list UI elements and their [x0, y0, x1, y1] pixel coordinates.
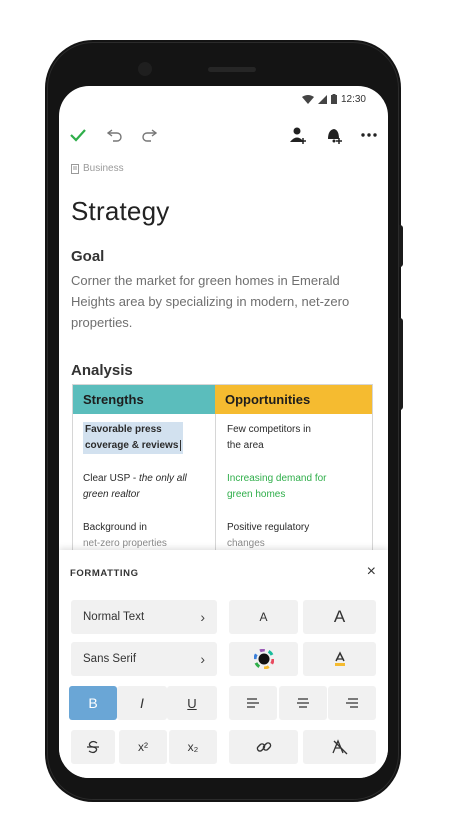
undo-icon — [107, 129, 122, 142]
more-options-button[interactable] — [358, 124, 380, 146]
clear-formatting-icon — [331, 739, 347, 755]
add-person-icon — [290, 127, 306, 144]
decrease-font-size-button[interactable]: A — [229, 600, 298, 634]
italic-button[interactable]: I — [117, 686, 167, 720]
selected-text: Favorable press — [83, 422, 184, 438]
editor-toolbar — [59, 116, 388, 150]
bell-plus-icon — [328, 129, 342, 144]
status-time: 12:30 — [340, 93, 366, 105]
screen: 12:30 Business Strategy Goal Corner the … — [59, 86, 388, 778]
increase-font-size-button[interactable]: A — [303, 600, 376, 634]
share-button[interactable] — [287, 124, 309, 146]
check-icon — [70, 129, 86, 142]
align-center-button[interactable] — [279, 686, 327, 720]
font-family-value: Sans Serif — [83, 653, 137, 665]
font-family-selector[interactable]: Sans Serif › — [71, 642, 217, 676]
text-cursor — [180, 439, 182, 451]
align-right-icon — [346, 698, 358, 708]
text-style-selector[interactable]: Normal Text › — [71, 600, 217, 634]
notebook-name: Business — [83, 163, 124, 174]
status-bar: 12:30 — [301, 92, 366, 106]
more-dots-icon — [361, 133, 377, 137]
text-color-button[interactable] — [229, 642, 298, 676]
battery-icon — [330, 94, 337, 104]
opportunity-cell[interactable]: Increasing demand for green homes — [227, 471, 327, 503]
highlight-button[interactable] — [303, 642, 376, 676]
underline-button[interactable]: U — [167, 686, 217, 720]
formatting-panel: FORMATTING × Normal Text › A A Sans Seri… — [59, 550, 388, 778]
highlighter-icon — [334, 651, 345, 666]
front-camera — [138, 62, 152, 76]
align-right-button[interactable] — [328, 686, 376, 720]
strikethrough-icon — [87, 740, 99, 754]
link-icon — [256, 742, 271, 752]
strikethrough-button[interactable] — [71, 730, 115, 764]
goal-text[interactable]: Corner the market for green homes in Eme… — [71, 270, 371, 333]
bold-button[interactable]: B — [69, 686, 117, 720]
strengths-header[interactable]: Strengths — [73, 385, 215, 414]
close-icon[interactable]: × — [367, 563, 376, 581]
text-style-value: Normal Text — [83, 611, 145, 623]
insert-link-button[interactable] — [229, 730, 298, 764]
reminder-button[interactable] — [323, 124, 345, 146]
redo-button[interactable] — [138, 124, 160, 146]
opportunities-header[interactable]: Opportunities — [215, 385, 372, 414]
notebook-icon — [71, 163, 79, 174]
strength-cell[interactable]: Favorable press coverage & reviews — [83, 422, 184, 454]
undo-button[interactable] — [104, 124, 126, 146]
signal-icon — [317, 94, 327, 104]
subscript-button[interactable]: x₂ — [169, 730, 217, 764]
swot-table[interactable]: Strengths Opportunities Favorable press … — [72, 384, 373, 574]
color-wheel-icon — [253, 649, 274, 669]
redo-icon — [142, 129, 157, 142]
note-title[interactable]: Strategy — [71, 196, 169, 227]
breadcrumb[interactable]: Business — [71, 163, 124, 174]
chevron-right-icon: › — [200, 651, 205, 667]
formatting-title: FORMATTING — [70, 568, 139, 579]
analysis-heading[interactable]: Analysis — [71, 362, 133, 379]
align-left-icon — [247, 698, 259, 708]
phone-volume-button — [399, 225, 403, 267]
align-center-icon — [297, 698, 309, 708]
goal-heading[interactable]: Goal — [71, 248, 104, 265]
opportunity-cell[interactable]: Few competitors in the area — [227, 422, 311, 454]
phone-power-button — [399, 318, 403, 410]
strength-cell[interactable]: Clear USP - the only all green realtor — [83, 471, 187, 503]
superscript-button[interactable]: x² — [119, 730, 167, 764]
clear-formatting-button[interactable] — [303, 730, 376, 764]
wifi-icon — [301, 94, 314, 104]
opportunity-cell[interactable]: Positive regulatory changes — [227, 520, 309, 552]
chevron-right-icon: › — [200, 609, 205, 625]
strength-cell[interactable]: Background in net-zero properties — [83, 520, 167, 552]
align-left-button[interactable] — [229, 686, 277, 720]
done-button[interactable] — [67, 124, 89, 146]
earpiece-speaker — [208, 67, 256, 72]
